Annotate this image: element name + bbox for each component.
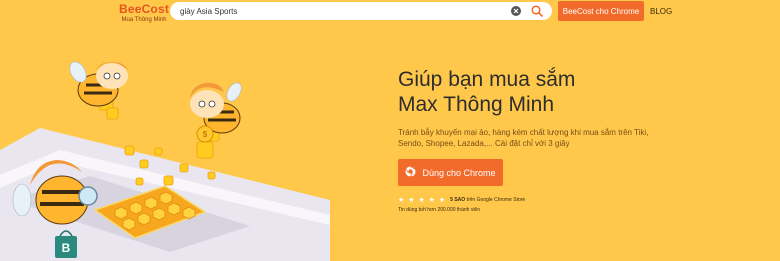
logo-tagline: Mua Thông Minh bbox=[121, 17, 167, 23]
bee-character-2: $ bbox=[190, 82, 242, 143]
search-input[interactable] bbox=[180, 3, 510, 19]
search-icon[interactable] bbox=[530, 4, 544, 18]
trust-text: Tin dùng bởi hơn 200.000 thành viên bbox=[398, 207, 480, 213]
use-for-chrome-button[interactable]: Dùng cho Chrome bbox=[398, 159, 503, 186]
cta-label: Dùng cho Chrome bbox=[422, 167, 496, 178]
chrome-icon bbox=[405, 166, 417, 179]
star-icon: ★ ★ ★ ★ ★ bbox=[398, 197, 447, 204]
rating-rest: trên Google Chrome Store bbox=[466, 197, 526, 203]
logo[interactable]: BeeCost Mua Thông Minh bbox=[112, 2, 176, 24]
rating-bold: 5 SAO bbox=[450, 197, 466, 203]
bee-illustration: $ B bbox=[0, 61, 330, 261]
svg-text:$: $ bbox=[203, 130, 208, 139]
headline-line-1: Giúp bạn mua sắm bbox=[398, 68, 576, 91]
page: BeeCost Mua Thông Minh BeeCost cho Chrom… bbox=[0, 0, 780, 261]
blog-link[interactable]: BLOG bbox=[650, 7, 672, 16]
bee-character-1 bbox=[69, 61, 128, 107]
logo-name: BeeCost bbox=[118, 2, 170, 16]
hero-description: Tránh bẫy khuyến mại ảo, hàng kém chất l… bbox=[398, 128, 649, 148]
search-bar bbox=[170, 2, 552, 20]
hero-headline: Giúp bạn mua sắm Max Thông Minh bbox=[398, 67, 575, 117]
rating-text: 5 SAO trên Google Chrome Store bbox=[450, 197, 525, 203]
close-icon[interactable] bbox=[510, 5, 522, 17]
headline-line-2: Max Thông Minh bbox=[398, 93, 555, 116]
rating-row: ★ ★ ★ ★ ★ 5 SAO trên Google Chrome Store bbox=[398, 196, 525, 204]
svg-text:B: B bbox=[62, 241, 71, 255]
beecost-chrome-button[interactable]: BeeCost cho Chrome bbox=[558, 1, 644, 21]
